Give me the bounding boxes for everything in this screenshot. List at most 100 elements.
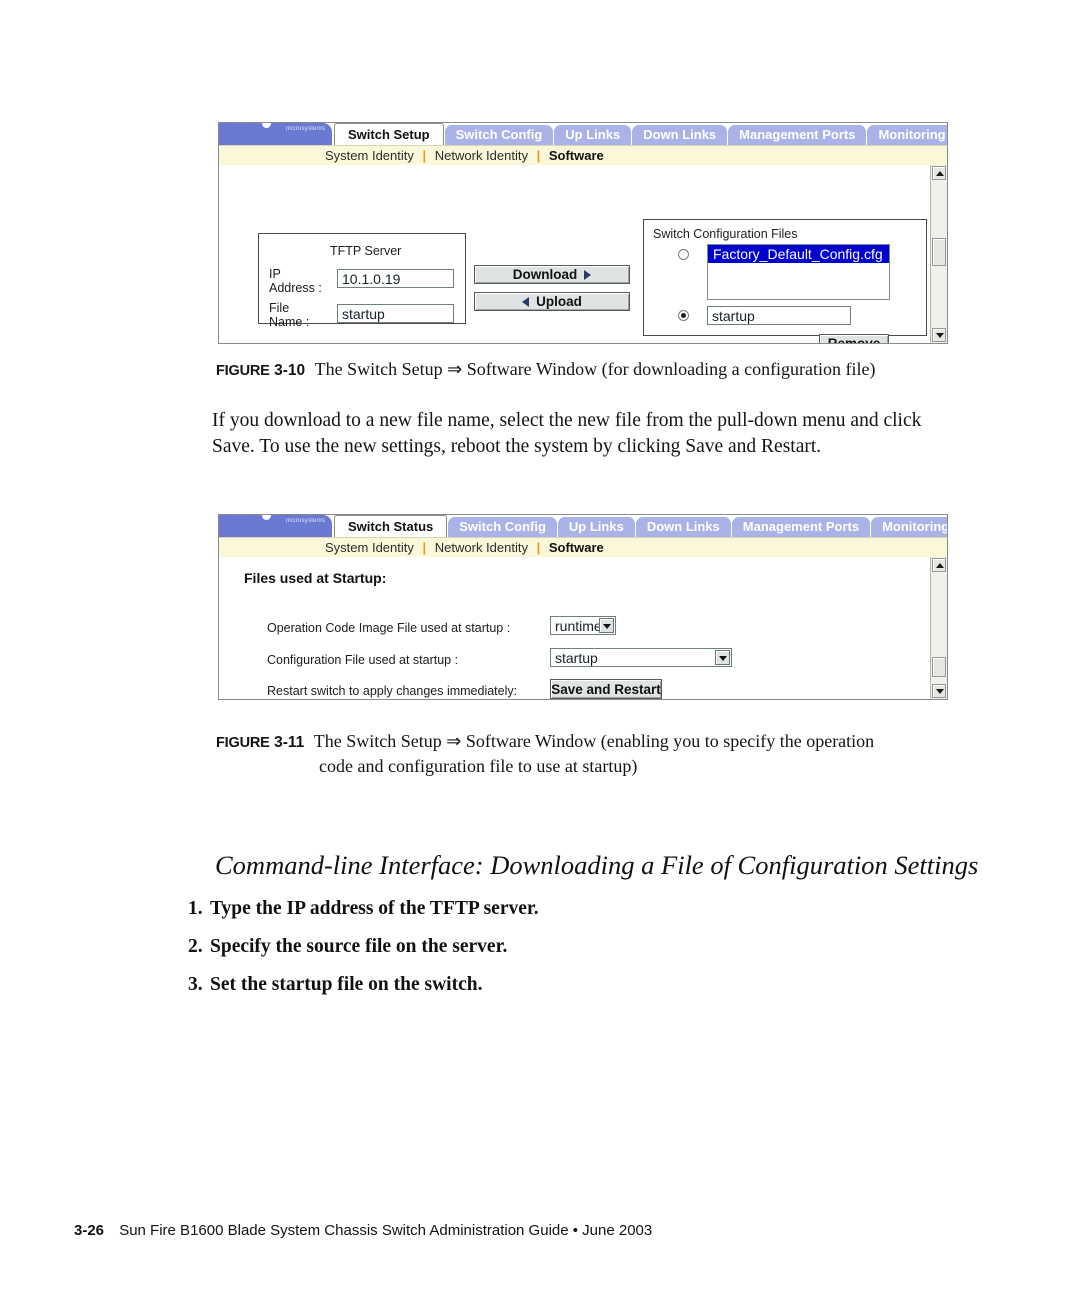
tab-up-links[interactable]: Up Links bbox=[557, 517, 635, 537]
tab-management-ports[interactable]: Management Ports bbox=[728, 125, 867, 145]
play-right-icon bbox=[584, 269, 592, 280]
subnav-separator-icon: | bbox=[536, 540, 541, 555]
scroll-up-button[interactable] bbox=[932, 166, 946, 180]
figure-number: 3-10 bbox=[274, 362, 306, 379]
list-item[interactable]: Factory_Default_Config.cfg bbox=[708, 245, 889, 263]
step-text: Specify the source file on the server. bbox=[210, 936, 508, 957]
tab-management-ports[interactable]: Management Ports bbox=[731, 517, 871, 537]
remove-button-label: Remove bbox=[827, 336, 881, 344]
config-name-input[interactable]: startup bbox=[707, 306, 851, 325]
footer-text: Sun Fire B1600 Blade System Chassis Swit… bbox=[119, 1222, 653, 1239]
sub-navigation: System Identity | Network Identity | Sof… bbox=[219, 537, 947, 557]
chevron-up-icon bbox=[936, 563, 944, 568]
logo-dot-icon bbox=[262, 123, 271, 128]
config-files-listbox[interactable]: Factory_Default_Config.cfg bbox=[707, 244, 890, 300]
tab-switch-status[interactable]: Switch Status bbox=[334, 515, 448, 537]
remove-button[interactable]: Remove bbox=[819, 334, 889, 344]
figure-3-11-screenshot: microsystems Switch Status Switch Config… bbox=[218, 514, 948, 700]
subnav-item-network-identity[interactable]: Network Identity bbox=[435, 148, 528, 163]
chevron-down-icon[interactable] bbox=[715, 650, 730, 665]
tab-switch-config[interactable]: Switch Config bbox=[444, 125, 554, 145]
tab-monitoring[interactable]: Monitoring bbox=[867, 125, 947, 145]
step-number: 2. bbox=[188, 936, 203, 957]
files-used-at-startup-heading: Files used at Startup: bbox=[244, 570, 387, 586]
tab-strip: microsystems Switch Setup Switch Config … bbox=[219, 123, 947, 145]
sub-navigation: System Identity | Network Identity | Sof… bbox=[219, 145, 947, 165]
restart-switch-label: Restart switch to apply changes immediat… bbox=[267, 684, 518, 698]
chevron-down-icon[interactable] bbox=[599, 618, 614, 633]
file-name-input[interactable]: startup bbox=[337, 304, 454, 323]
subnav-item-software[interactable]: Software bbox=[549, 540, 604, 555]
tab-switch-setup[interactable]: Switch Setup bbox=[334, 123, 444, 145]
upload-button[interactable]: Upload bbox=[474, 292, 630, 311]
scroll-down-button[interactable] bbox=[932, 684, 946, 698]
configuration-file-select[interactable]: startup bbox=[550, 648, 732, 667]
list-item: 1. Type the IP address of the TFTP server… bbox=[188, 898, 539, 920]
configuration-file-select-value: startup bbox=[555, 649, 598, 666]
subnav-item-network-identity[interactable]: Network Identity bbox=[435, 540, 528, 555]
vertical-scrollbar[interactable] bbox=[930, 557, 947, 699]
logo-dot-icon bbox=[262, 515, 271, 520]
tab-monitoring[interactable]: Monitoring bbox=[871, 517, 947, 537]
scrollbar-thumb[interactable] bbox=[932, 238, 946, 266]
tab-down-links[interactable]: Down Links bbox=[635, 517, 731, 537]
chevron-down-icon bbox=[936, 333, 944, 338]
step-text: Set the startup file on the switch. bbox=[210, 974, 483, 995]
numbered-steps: 1. Type the IP address of the TFTP server… bbox=[188, 898, 539, 1012]
ip-address-input[interactable]: 10.1.0.19 bbox=[337, 269, 454, 288]
file-name-label: File Name : bbox=[269, 301, 310, 329]
operation-code-image-label: Operation Code Image File used at startu… bbox=[267, 621, 511, 635]
page-footer: 3-26 Sun Fire B1600 Blade System Chassis… bbox=[74, 1222, 652, 1239]
scroll-up-button[interactable] bbox=[932, 558, 946, 572]
step-text: Type the IP address of the TFTP server. bbox=[210, 898, 539, 919]
scrollbar-thumb[interactable] bbox=[932, 657, 946, 677]
figure-3-11-caption: FIGURE 3-11 The Switch Setup ⇒ Software … bbox=[216, 730, 966, 778]
section-heading: Command-line Interface: Downloading a Fi… bbox=[215, 850, 979, 880]
switch-config-files-group-title: Switch Configuration Files bbox=[653, 227, 798, 241]
content-area: Files used at Startup: Operation Code Im… bbox=[219, 557, 947, 699]
ip-address-label: IP Address : bbox=[269, 267, 322, 295]
body-paragraph: If you download to a new file name, sele… bbox=[212, 410, 922, 457]
operation-code-image-select-value: runtime bbox=[555, 617, 602, 634]
page-number: 3-26 bbox=[74, 1222, 105, 1239]
save-and-restart-button-label: Save and Restart bbox=[551, 681, 661, 697]
play-left-icon bbox=[522, 296, 530, 307]
subnav-separator-icon: | bbox=[536, 148, 541, 163]
figure-label: FIGURE bbox=[216, 735, 270, 751]
tab-strip: microsystems Switch Status Switch Config… bbox=[219, 515, 947, 537]
radio-select-named-config[interactable] bbox=[678, 310, 689, 321]
step-number: 3. bbox=[188, 974, 203, 995]
download-button-label: Download bbox=[512, 267, 578, 282]
figure-3-10-caption: FIGURE 3-10 The Switch Setup ⇒ Software … bbox=[216, 358, 966, 383]
subnav-separator-icon: | bbox=[422, 540, 427, 555]
subnav-separator-icon: | bbox=[422, 148, 427, 163]
download-button[interactable]: Download bbox=[474, 265, 630, 284]
tab-switch-config[interactable]: Switch Config bbox=[448, 517, 557, 537]
tab-down-links[interactable]: Down Links bbox=[632, 125, 728, 145]
tab-up-links[interactable]: Up Links bbox=[554, 125, 632, 145]
logo-wordmark: microsystems bbox=[285, 126, 325, 132]
logo-wordmark: microsystems bbox=[285, 518, 325, 524]
list-item: 2. Specify the source file on the server. bbox=[188, 936, 539, 958]
list-item: 3. Set the startup file on the switch. bbox=[188, 974, 539, 996]
subnav-item-software[interactable]: Software bbox=[549, 148, 604, 163]
figure-number: 3-11 bbox=[274, 734, 305, 751]
sun-logo: microsystems bbox=[219, 515, 332, 537]
save-and-restart-button[interactable]: Save and Restart bbox=[550, 679, 662, 699]
subnav-item-system-identity[interactable]: System Identity bbox=[325, 148, 414, 163]
operation-code-image-select[interactable]: runtime bbox=[550, 616, 616, 635]
configuration-file-label: Configuration File used at startup : bbox=[267, 653, 459, 667]
vertical-scrollbar[interactable] bbox=[930, 165, 947, 343]
figure-3-10-screenshot: microsystems Switch Setup Switch Config … bbox=[218, 122, 948, 344]
chevron-up-icon bbox=[936, 171, 944, 176]
scroll-down-button[interactable] bbox=[932, 328, 946, 342]
radio-select-existing-config[interactable] bbox=[678, 249, 689, 260]
content-area: TFTP Server IP Address : 10.1.0.19 File … bbox=[219, 165, 947, 343]
chevron-down-icon bbox=[936, 689, 944, 694]
upload-button-label: Upload bbox=[536, 294, 582, 309]
figure-caption-text: The Switch Setup ⇒ Software Window (for … bbox=[314, 359, 876, 379]
figure-label: FIGURE bbox=[216, 363, 270, 379]
step-number: 1. bbox=[188, 898, 203, 919]
subnav-item-system-identity[interactable]: System Identity bbox=[325, 540, 414, 555]
sun-logo: microsystems bbox=[219, 123, 332, 145]
